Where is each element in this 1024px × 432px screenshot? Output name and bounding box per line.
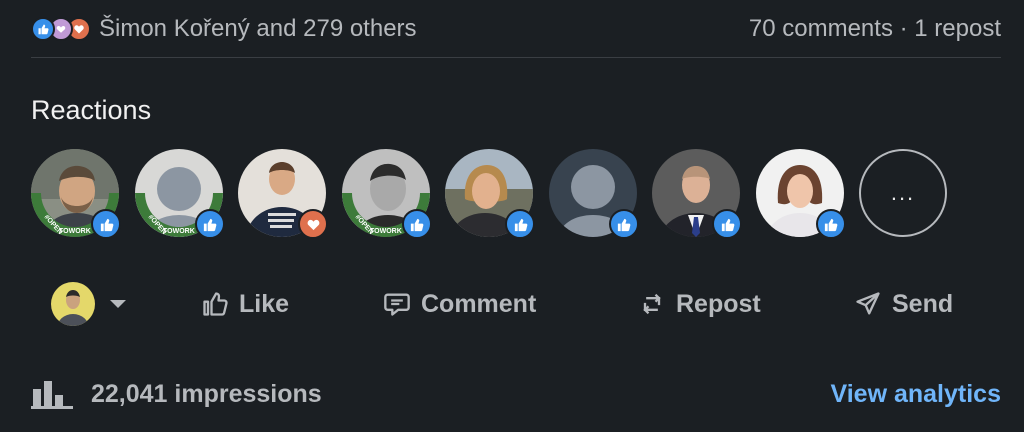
reactor-avatar[interactable] — [548, 149, 639, 239]
send-icon — [856, 292, 880, 315]
social-counts-bar: Šimon Kořený and 279 others 70 comments … — [31, 10, 1001, 48]
svg-text:TOWORK: TOWORK — [370, 228, 402, 235]
repost-icon — [643, 293, 661, 315]
comments-count-link[interactable]: 70 comments — [749, 15, 893, 43]
engagement-counts: 70 comments · 1 repost — [749, 15, 1001, 43]
view-analytics-link[interactable]: View analytics — [831, 380, 1001, 409]
reactor-avatar[interactable]: #OPEN TOWORK — [341, 149, 432, 239]
send-button[interactable]: Send — [854, 272, 953, 336]
svg-text:TOWORK: TOWORK — [59, 228, 91, 235]
comment-label: Comment — [421, 289, 537, 318]
more-reactions-button[interactable]: ... — [859, 149, 947, 237]
repost-button[interactable]: Repost — [638, 272, 761, 336]
reactor-avatar[interactable] — [238, 149, 328, 239]
like-icon — [815, 209, 846, 239]
like-icon — [401, 209, 432, 239]
reactor-avatars: #OPEN TOWORK #OPEN TOWORK #OPEN TOWORK .… — [31, 149, 963, 239]
impressions-count: 22,041 impressions — [91, 379, 322, 408]
reactor-avatar[interactable] — [755, 149, 846, 239]
like-button[interactable]: Like — [201, 272, 289, 336]
repost-label: Repost — [676, 289, 761, 318]
like-icon — [194, 209, 225, 239]
like-icon — [31, 17, 55, 41]
like-icon — [608, 209, 639, 239]
reactor-avatar[interactable]: #OPEN TOWORK — [134, 149, 225, 239]
reactions-title: Reactions — [31, 95, 152, 125]
reactors-summary-link[interactable]: Šimon Kořený and 279 others — [99, 15, 417, 43]
reaction-identity-selector[interactable] — [51, 272, 127, 336]
like-label: Like — [239, 289, 290, 318]
reaction-icons[interactable] — [31, 17, 91, 41]
avatar — [51, 282, 95, 326]
caret-down-icon — [110, 300, 126, 308]
like-icon — [91, 209, 121, 239]
bar-chart-icon — [31, 381, 73, 409]
like-icon — [712, 209, 742, 239]
comment-button[interactable]: Comment — [383, 272, 536, 336]
like-icon — [203, 292, 228, 316]
divider — [31, 57, 1001, 58]
svg-text:TOWORK: TOWORK — [163, 228, 195, 235]
love-icon — [298, 209, 328, 239]
reactor-avatar[interactable]: #OPEN TOWORK — [31, 149, 121, 239]
separator-dot: · — [892, 15, 915, 42]
reactor-avatar[interactable] — [652, 149, 742, 239]
like-icon — [505, 209, 535, 239]
reactor-avatar[interactable] — [445, 149, 535, 239]
comment-icon — [384, 293, 410, 316]
post-analytics-bar: 22,041 impressions View analytics — [31, 370, 1001, 418]
send-label: Send — [892, 289, 954, 318]
more-label: ... — [859, 149, 947, 237]
action-bar: Like Comment Repost Send — [31, 272, 1001, 336]
reposts-count-link[interactable]: 1 repost — [914, 15, 1001, 43]
